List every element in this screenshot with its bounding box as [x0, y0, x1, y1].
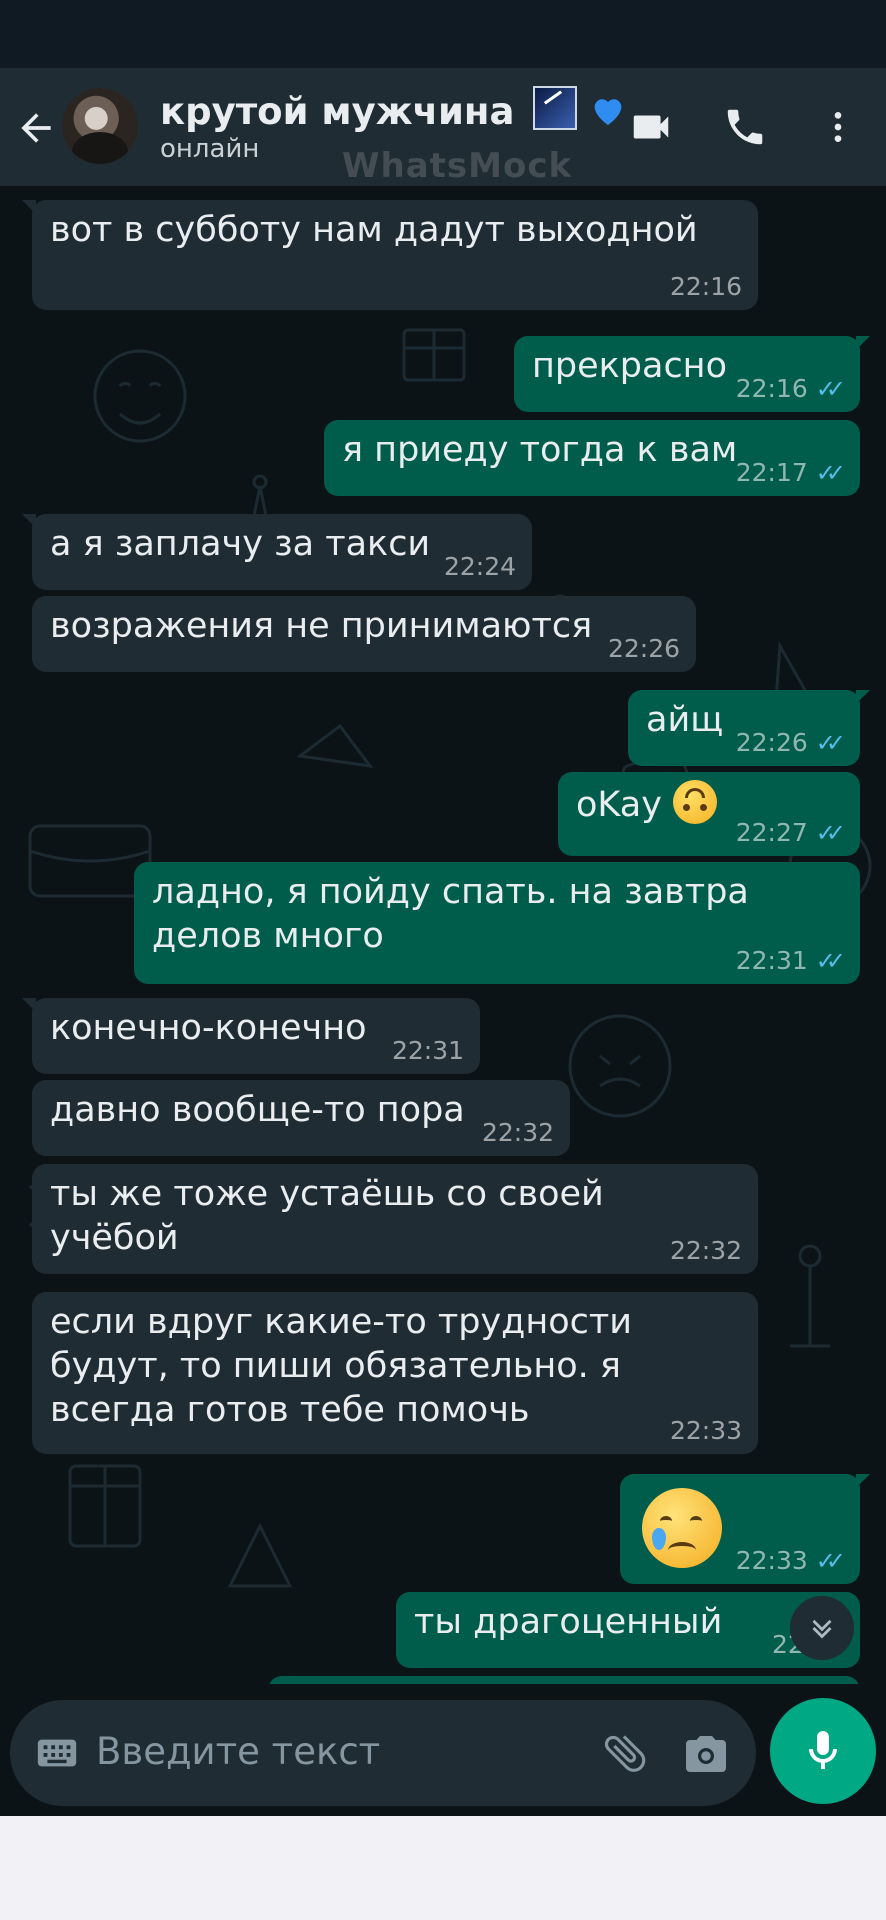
contact-status: онлайн [160, 134, 260, 164]
message-incoming[interactable]: а я заплачу за такси 22:24 [22, 514, 532, 590]
message-meta: 22:31 ✓✓ [735, 946, 846, 976]
bubble-tail [856, 690, 870, 704]
message-meta: 22:16 [670, 272, 742, 302]
message-text-content: oKay [576, 785, 662, 825]
read-ticks-icon: ✓✓ [815, 1547, 846, 1575]
message-meta: 22:26 ✓✓ [735, 728, 846, 758]
message-time: 22:26 [607, 634, 680, 663]
message-meta: 22:32 [482, 1118, 554, 1148]
upside-down-face-emoji [673, 780, 718, 824]
message-outgoing[interactable]: я приеду тогда к вам 22:17 ✓✓ [324, 420, 860, 496]
scroll-down-icon [812, 1619, 832, 1639]
message-meta: 22:16 ✓✓ [735, 374, 846, 404]
message-text: ты же тоже устаёшь со своей учёбой [50, 1174, 615, 1258]
message-meta: 22:33 [670, 1416, 742, 1446]
message-text: вот в субботу нам дадут выходной [50, 210, 698, 250]
attach-icon[interactable] [590, 1718, 661, 1789]
camera-icon[interactable] [682, 1730, 730, 1778]
read-ticks-icon: ✓✓ [815, 947, 846, 975]
bubble-tail [22, 200, 36, 214]
message-outgoing[interactable]: oKay 22:27 ✓✓ [558, 772, 860, 856]
keyboard-icon[interactable] [34, 1730, 80, 1776]
message-outgoing[interactable]: ладно, я пойду спать. на завтра делов мн… [134, 862, 860, 984]
read-ticks-icon: ✓✓ [815, 459, 846, 487]
message-time: 22:32 [481, 1118, 554, 1147]
message-meta: 22:17 ✓✓ [735, 458, 846, 488]
message-meta: 22:33 ✓✓ [735, 1546, 846, 1576]
bubble-tail [22, 998, 36, 1012]
message-meta: 22:31 [392, 1036, 464, 1066]
message-incoming[interactable]: ты же тоже устаёшь со своей учёбой 22:32 [32, 1164, 758, 1274]
sparkle-emoji [533, 86, 578, 130]
message-time: 22:16 [669, 272, 742, 301]
message-outgoing[interactable]: айщ 22:26 ✓✓ [628, 690, 870, 766]
bubble-tail [856, 1474, 870, 1488]
message-time: 22:26 [735, 728, 808, 757]
message-composer[interactable]: Введите текст [10, 1700, 756, 1806]
chat-area: вот в субботу нам дадут выходной 22:16 п… [0, 186, 886, 1684]
watermark: WhatsMock [342, 146, 573, 186]
scroll-down-button[interactable] [790, 1596, 854, 1660]
message-text: если вдруг какие-то трудности будут, то … [50, 1302, 644, 1430]
status-bar [0, 0, 886, 68]
message-meta: 22:27 ✓✓ [735, 818, 846, 848]
message-meta: 22:24 [444, 552, 516, 582]
message-time: 22:16 [735, 374, 808, 403]
message-outgoing-partial [268, 1676, 860, 1684]
bubble-tail [856, 336, 870, 350]
blue-heart-emoji [594, 99, 622, 125]
message-outgoing-emoji[interactable]: 22:33 ✓✓ [620, 1474, 870, 1584]
message-meta: 22:26 [608, 634, 680, 664]
system-navigation-area [0, 1816, 886, 1920]
message-incoming[interactable]: конечно-конечно 22:31 [22, 998, 480, 1074]
message-meta: 22:32 [670, 1236, 742, 1266]
message-time: 22:27 [735, 818, 808, 847]
message-text: возражения не принимаются [50, 606, 593, 646]
message-text: ладно, я пойду спать. на завтра делов мн… [152, 872, 761, 956]
crying-face-emoji [642, 1488, 722, 1568]
message-time: 22:33 [735, 1546, 808, 1575]
message-time: 22:24 [443, 552, 516, 581]
bubble-tail [22, 514, 36, 528]
message-time: 22:17 [735, 458, 808, 487]
more-vert-icon[interactable] [818, 104, 858, 150]
mic-button[interactable] [770, 1698, 876, 1804]
message-input[interactable]: Введите текст [96, 1730, 380, 1773]
chat-header: крутой мужчина онлайн WhatsMock [0, 68, 886, 186]
message-incoming[interactable]: если вдруг какие-то трудности будут, то … [32, 1292, 758, 1454]
read-ticks-icon: ✓✓ [815, 375, 846, 403]
message-time: 22:32 [669, 1236, 742, 1265]
message-time: 22:31 [391, 1036, 464, 1065]
message-text: давно вообще-то пора [50, 1090, 465, 1130]
message-outgoing[interactable]: прекрасно 22:16 ✓✓ [514, 336, 870, 412]
video-call-icon[interactable] [628, 104, 674, 150]
avatar[interactable] [62, 88, 138, 164]
read-ticks-icon: ✓✓ [815, 729, 846, 757]
contact-name[interactable]: крутой мужчина [160, 86, 628, 133]
back-arrow-icon[interactable] [14, 106, 58, 150]
message-incoming[interactable]: вот в субботу нам дадут выходной 22:16 [22, 200, 758, 310]
message-incoming[interactable]: давно вообще-то пора 22:32 [32, 1080, 570, 1156]
read-ticks-icon: ✓✓ [815, 819, 846, 847]
mic-icon [809, 1731, 837, 1769]
message-time: 22:31 [735, 946, 808, 975]
message-incoming[interactable]: возражения не принимаются 22:26 [32, 596, 696, 672]
message-time: 22:33 [669, 1416, 742, 1445]
phone-icon[interactable] [722, 104, 768, 150]
